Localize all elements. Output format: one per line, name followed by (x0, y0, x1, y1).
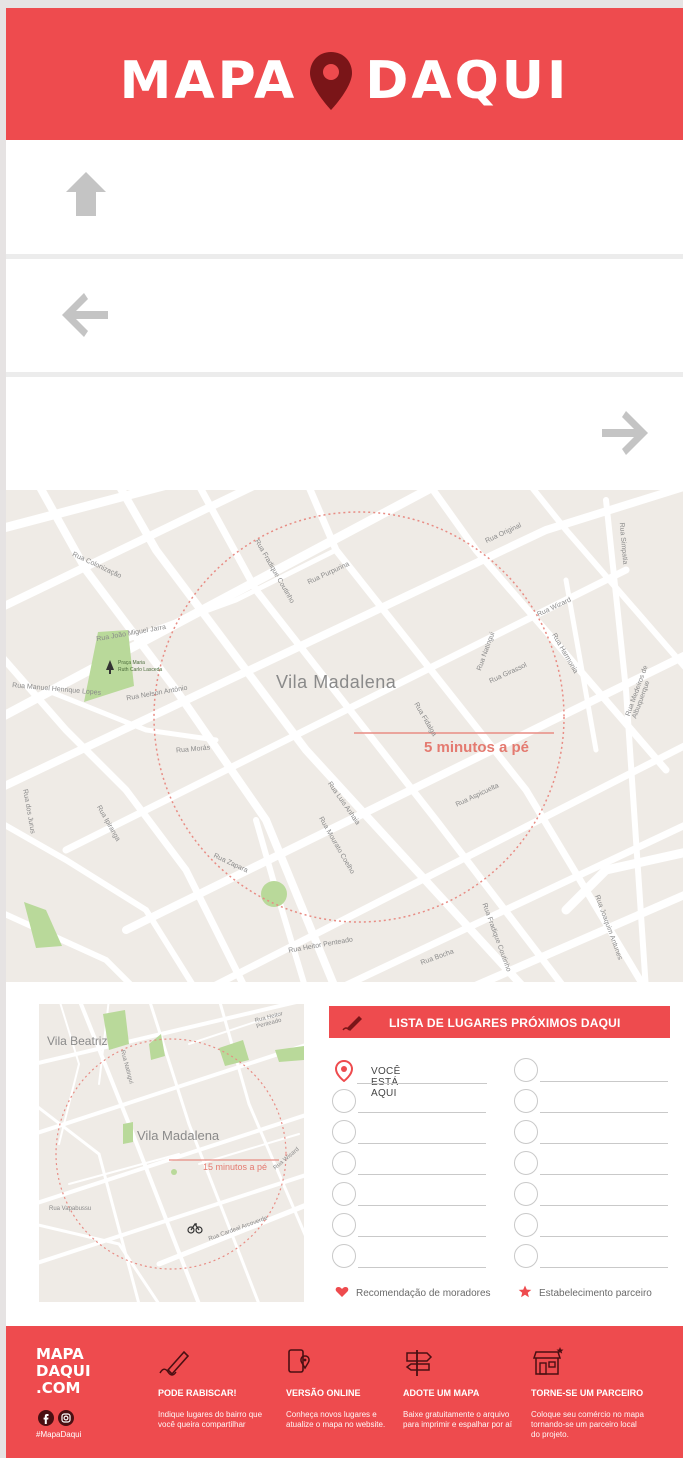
places-list: LISTA DE LUGARES PRÓXIMOS DAQUI VOCÊ EST… (329, 1006, 670, 1306)
entry-checkbox[interactable] (514, 1213, 538, 1237)
entry-line[interactable] (358, 1267, 486, 1268)
arrow-left-icon (62, 293, 108, 337)
park-label-secondary: Ruth Carlo Lasceda (118, 667, 163, 673)
entry-checkbox[interactable] (332, 1120, 356, 1144)
overview-map[interactable]: Vila Beatriz Vila Madalena 15 minutos a … (39, 1004, 304, 1302)
footer-column-title: PODE RABISCAR! (158, 1388, 237, 1398)
entry-line (357, 1083, 487, 1084)
places-list-header: LISTA DE LUGARES PRÓXIMOS DAQUI (329, 1006, 670, 1038)
footer-column-desc: Baixe gratuitamente o arquivo para impri… (403, 1410, 512, 1429)
entry-checkbox[interactable] (332, 1213, 356, 1237)
footer-column-title: VERSÃO ONLINE (286, 1388, 361, 1398)
entry-line[interactable] (358, 1236, 486, 1237)
entry-checkbox[interactable] (514, 1058, 538, 1082)
location-pin-icon (310, 52, 353, 110)
pencil-icon (342, 1016, 362, 1031)
footer-column-adopt[interactable]: ADOTE UM MAPA Baixe gratuitamente o arqu… (403, 1346, 518, 1429)
footer-logo-line: DAQUI (36, 1362, 91, 1380)
walk-time-label: 5 minutos a pé (424, 739, 530, 756)
footer-column-partner[interactable]: TORNE-SE UM PARCEIRO Coloque seu comérci… (531, 1346, 646, 1439)
location-pin-icon (334, 1059, 354, 1083)
footer-column-desc: Conheça novos lugares e atualize o mapa … (286, 1410, 386, 1429)
footer-logo[interactable]: MAPA DAQUI .COM (36, 1346, 91, 1397)
footer-column-online[interactable]: VERSÃO ONLINE Conheça novos lugares e at… (286, 1346, 401, 1429)
entry-line[interactable] (358, 1112, 486, 1113)
neighborhood-label: Vila Madalena (137, 1128, 220, 1143)
entry-checkbox[interactable] (514, 1151, 538, 1175)
heart-icon (335, 1287, 349, 1297)
entry-checkbox[interactable] (514, 1182, 538, 1206)
entry-line[interactable] (358, 1143, 486, 1144)
entry-checkbox[interactable] (514, 1244, 538, 1268)
legend-partner-label: Estabelecimento parceiro (539, 1288, 652, 1299)
facebook-icon[interactable] (38, 1410, 54, 1426)
entry-line[interactable] (540, 1236, 668, 1237)
instagram-icon[interactable] (58, 1410, 74, 1426)
direction-row-right (6, 377, 683, 490)
brand-right: DAQUI (365, 51, 570, 111)
arrow-up-icon (66, 172, 106, 216)
arrow-right-icon (602, 411, 648, 455)
entry-checkbox[interactable] (332, 1244, 356, 1268)
footer-column-title: ADOTE UM MAPA (403, 1388, 480, 1398)
entry-line[interactable] (540, 1267, 668, 1268)
entry-line[interactable] (540, 1174, 668, 1175)
social-links (38, 1410, 74, 1426)
entry-line[interactable] (540, 1143, 668, 1144)
bicycle-icon (187, 1222, 203, 1234)
neighborhood-label: Vila Madalena (276, 672, 397, 692)
footer-column-desc: Coloque seu comércio no mapa tornando-se… (531, 1410, 644, 1439)
entry-checkbox[interactable] (332, 1089, 356, 1113)
star-icon (518, 1285, 532, 1298)
signpost-icon (405, 1350, 433, 1376)
area-label: Vila Beatriz (47, 1034, 108, 1048)
entry-line[interactable] (358, 1205, 486, 1206)
entry-line[interactable] (358, 1174, 486, 1175)
map-poster: MAPA DAQUI Vila Madalena 5 minutos a pé … (6, 8, 683, 1458)
header-bar: MAPA DAQUI (6, 8, 683, 140)
you-are-here-item: VOCÊ ESTÁ AQUI (334, 1059, 487, 1099)
entry-line[interactable] (540, 1112, 668, 1113)
footer-column-desc: Indique lugares do bairro que você queir… (158, 1410, 263, 1429)
footer-bar: MAPA DAQUI .COM #MapaDaqui PODE RABISCAR… (6, 1326, 683, 1458)
pencil-icon (159, 1350, 190, 1376)
brand-logo: MAPA DAQUI (6, 46, 683, 116)
entry-line[interactable] (540, 1205, 668, 1206)
neighborhood-map[interactable]: Vila Madalena 5 minutos a pé Praça Maria… (6, 490, 683, 982)
brand-left: MAPA (119, 51, 298, 111)
direction-row-left (6, 259, 683, 372)
legend-resident-label: Recomendação de moradores (356, 1288, 491, 1299)
phone-map-icon (288, 1349, 310, 1373)
footer-logo-line: .COM (36, 1379, 81, 1397)
walk-time-label: 15 minutos a pé (203, 1162, 268, 1172)
places-list-title: LISTA DE LUGARES PRÓXIMOS DAQUI (389, 1016, 621, 1030)
storefront-icon (532, 1347, 564, 1375)
street-label: Rua Vapabussu (49, 1206, 92, 1212)
entry-checkbox[interactable] (514, 1089, 538, 1113)
footer-column-title: TORNE-SE UM PARCEIRO (531, 1388, 644, 1398)
lower-section: Vila Beatriz Vila Madalena 15 minutos a … (6, 982, 683, 1326)
hashtag: #MapaDaqui (36, 1430, 82, 1439)
footer-logo-line: MAPA (36, 1345, 84, 1363)
entry-checkbox[interactable] (332, 1151, 356, 1175)
entry-checkbox[interactable] (332, 1182, 356, 1206)
park-label: Praça Maria (118, 660, 145, 666)
direction-row-up (6, 140, 683, 254)
footer-column-scribble: PODE RABISCAR! Indique lugares do bairro… (158, 1346, 273, 1429)
entry-line[interactable] (540, 1081, 668, 1082)
entry-checkbox[interactable] (514, 1120, 538, 1144)
